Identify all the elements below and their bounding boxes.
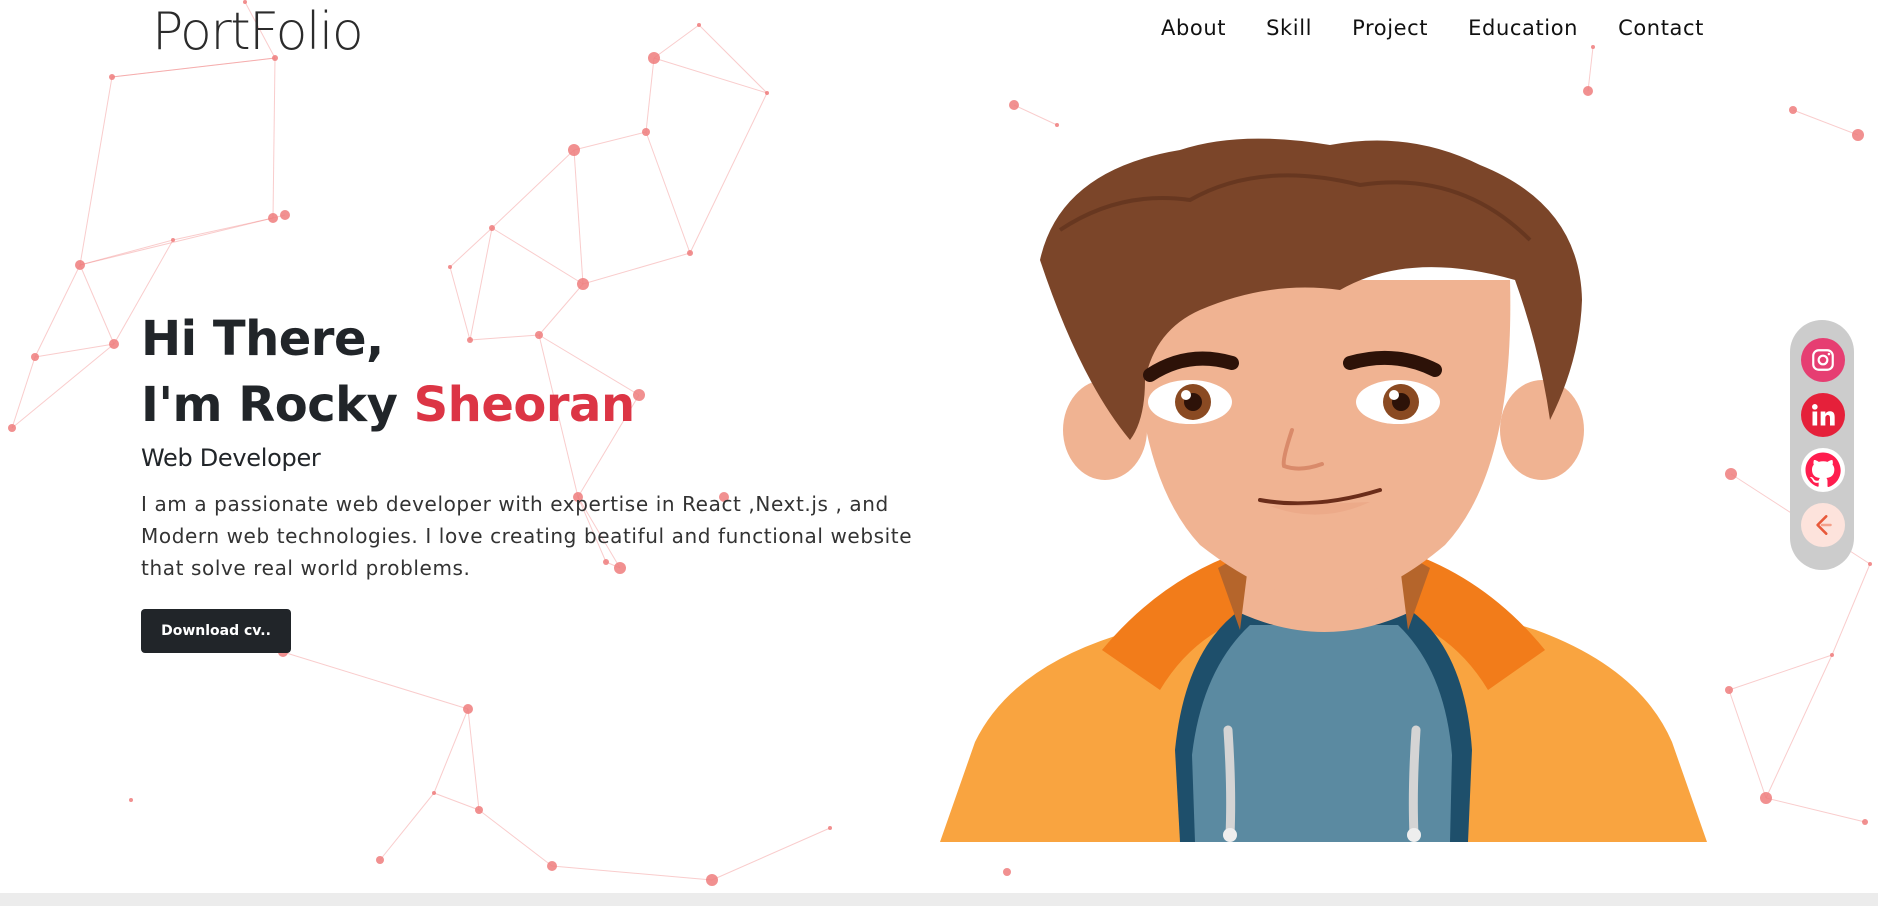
network-node [568,144,580,156]
nav-link-skill[interactable]: Skill [1266,16,1312,40]
network-node [75,260,85,270]
network-link [689,92,768,254]
network-node [432,791,436,795]
hero-section: Hi There, I'm Rocky Sheoran Web Develope… [141,306,941,584]
network-link [433,792,480,811]
network-node [268,213,278,223]
network-node [376,856,384,864]
network-node [765,91,769,95]
linkedin-icon[interactable] [1801,393,1845,437]
network-node [706,874,718,886]
network-link [1013,104,1058,126]
network-node [489,225,495,231]
network-node [109,74,115,80]
hero-description: I am a passionate web developer with exp… [141,492,913,580]
hero-greeting: Hi There, [141,311,384,367]
network-node [448,265,452,269]
network-node [1830,653,1834,657]
nav-link-contact[interactable]: Contact [1618,16,1704,40]
network-link [433,708,469,794]
network-node [8,424,16,432]
site-logo[interactable]: PortFolio [152,2,364,62]
network-link [79,217,274,266]
network-node [577,278,589,290]
network-node [1862,819,1868,825]
network-node [1725,468,1737,480]
network-link [282,651,469,710]
network-node [171,238,175,242]
nav-menu: About Skill Project Education Contact [1161,16,1704,40]
hero-heading: Hi There, I'm Rocky Sheoran [141,306,941,438]
network-link [34,264,81,358]
network-node [129,798,133,802]
network-link [1831,563,1871,656]
network-node [1868,562,1872,566]
network-node [1055,123,1059,127]
network-node [1760,792,1772,804]
cartoon-avatar-illustration [940,138,1707,842]
network-link [478,809,553,867]
network-link [34,343,115,358]
network-link [711,827,831,881]
network-link [573,131,647,151]
network-link [379,792,435,861]
nav-link-about[interactable]: About [1161,16,1226,40]
leetcode-icon[interactable] [1801,503,1845,547]
top-navbar: PortFolio About Skill Project Education … [0,0,1878,70]
network-link [1728,689,1767,799]
network-node [1852,129,1864,141]
network-link [551,865,713,881]
network-node [475,806,483,814]
github-icon[interactable] [1801,448,1845,492]
network-link [491,149,575,229]
network-link [11,356,36,429]
network-link [645,131,691,254]
network-node [109,339,119,349]
network-node [1003,868,1011,876]
network-link [79,76,113,266]
network-link [1792,109,1859,136]
network-node [687,250,693,256]
network-node [828,826,832,830]
network-link [1765,797,1866,823]
network-node [1009,100,1019,110]
page-bottom-strip [0,893,1878,906]
instagram-icon[interactable] [1801,338,1845,382]
network-link [11,343,115,429]
nav-link-education[interactable]: Education [1468,16,1578,40]
network-node [31,353,39,361]
social-links-panel [1790,320,1854,570]
network-link [272,57,276,219]
network-node [547,861,557,871]
network-link [491,227,584,285]
network-link [79,264,115,345]
network-node [280,210,290,220]
network-link [582,252,691,285]
download-cv-button[interactable]: Download cv.. [141,609,291,653]
hero-name-highlight: Sheoran [413,377,636,433]
network-node [1583,86,1593,96]
network-link [1765,654,1833,799]
network-link [467,708,480,811]
network-node [1789,106,1797,114]
nav-link-project[interactable]: Project [1352,16,1428,40]
network-node [463,704,473,714]
network-link [573,149,584,285]
hero-role: Web Developer [141,444,321,472]
hero-intro: I'm Rocky [141,377,398,433]
network-node [1725,686,1733,694]
network-node [642,128,650,136]
network-link [1728,654,1833,691]
